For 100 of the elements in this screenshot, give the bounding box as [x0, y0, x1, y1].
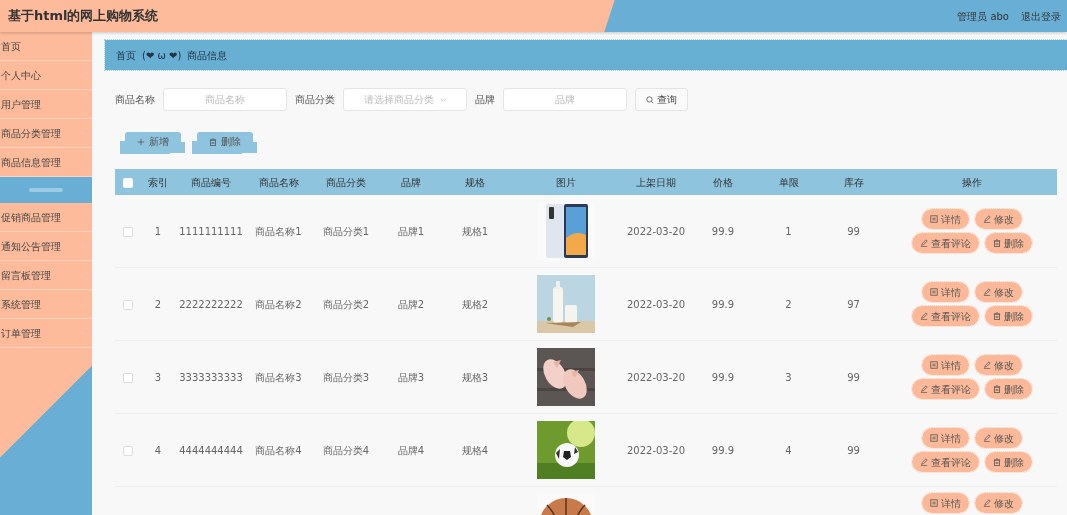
trash-icon — [993, 239, 1001, 247]
pencil-icon — [920, 312, 928, 320]
column-header: 单限 — [777, 175, 800, 190]
table-cell: 1 — [785, 225, 792, 237]
column-header: 库存 — [842, 175, 865, 190]
table-cell: 2022-03-20 — [626, 444, 686, 456]
column-header: 商品名称 — [257, 175, 300, 190]
pencil-icon — [920, 458, 928, 466]
field-label: 品牌 — [475, 93, 495, 107]
search-button[interactable]: 查询 — [635, 88, 688, 111]
document-icon — [930, 499, 938, 507]
column-header: 规格 — [464, 175, 486, 190]
column-header: 索引 — [147, 175, 169, 190]
document-icon — [930, 288, 938, 296]
field-label: 商品名称 — [115, 93, 155, 107]
table-cell: 99 — [847, 371, 860, 383]
table-cell: 4 — [154, 444, 162, 456]
column-header: 品牌 — [400, 175, 422, 190]
view-comments-button[interactable]: 查看评论 — [912, 452, 979, 472]
table-cell: 商品名称4 — [255, 444, 302, 456]
document-icon — [930, 215, 938, 223]
breadcrumb-item[interactable]: (❤ ω ❤) — [142, 47, 182, 63]
edit-button[interactable]: 修改 — [975, 282, 1022, 302]
edit-button[interactable]: 修改 — [975, 493, 1022, 513]
table-cell: 规格4 — [461, 444, 489, 456]
detail-button[interactable]: 详情 — [922, 355, 969, 375]
table-cell: 2022-03-20 — [626, 298, 686, 310]
table-cell: 97 — [847, 298, 860, 310]
table-cell: 规格1 — [461, 225, 489, 237]
table-cell: 1111111111 — [179, 225, 243, 237]
edit-button[interactable]: 修改 — [975, 209, 1022, 229]
row-checkbox[interactable] — [123, 299, 133, 310]
view-comments-button[interactable]: 查看评论 — [912, 233, 979, 253]
table-cell: 2 — [154, 298, 162, 310]
pencil-icon — [983, 361, 991, 369]
detail-button[interactable]: 详情 — [922, 428, 969, 448]
table-cell: 商品分类1 — [322, 225, 370, 237]
trash-icon — [993, 385, 1001, 393]
table-cell: 99 — [847, 225, 860, 237]
table-cell: 商品分类3 — [322, 371, 370, 383]
column-header: 价格 — [712, 175, 734, 190]
pencil-icon — [920, 239, 928, 247]
detail-button[interactable]: 详情 — [922, 209, 969, 229]
detail-button[interactable]: 详情 — [922, 493, 969, 513]
view-comments-button[interactable]: 查看评论 — [912, 379, 979, 399]
table-cell: 99.9 — [711, 225, 735, 237]
delete-button[interactable]: 删除 — [985, 233, 1032, 253]
plus-icon — [137, 137, 145, 146]
breadcrumb-current: 商品信息 — [187, 48, 228, 63]
table-cell: 3333333333 — [179, 371, 243, 383]
delete-button[interactable]: 删除 — [985, 452, 1032, 472]
document-icon — [930, 434, 938, 442]
table-cell: 品牌3 — [397, 371, 425, 383]
table-cell: 商品名称1 — [255, 225, 302, 237]
table-cell: 99.9 — [711, 298, 735, 310]
edit-button[interactable]: 修改 — [975, 428, 1022, 448]
field-label: 商品分类 — [295, 93, 335, 107]
breadcrumb-item[interactable]: 首页 — [116, 47, 136, 63]
table-cell: 规格2 — [461, 298, 489, 310]
logout-link[interactable]: 退出登录 — [1021, 8, 1061, 24]
submenu-item[interactable] — [0, 177, 92, 203]
table-cell: 2222222222 — [179, 298, 243, 310]
search-icon — [646, 95, 654, 104]
column-header: 上架日期 — [635, 175, 677, 190]
table-cell: 2 — [785, 298, 792, 310]
table-cell: 4444444444 — [179, 444, 243, 456]
table-cell: 商品名称2 — [255, 298, 302, 310]
document-icon — [930, 361, 938, 369]
table-cell: 品牌2 — [397, 298, 425, 310]
table-cell: 商品分类2 — [322, 298, 370, 310]
table-cell: 品牌1 — [397, 225, 425, 237]
row-checkbox[interactable] — [123, 445, 133, 456]
row-checkbox[interactable] — [123, 372, 133, 383]
table-cell: 99.9 — [711, 444, 735, 456]
column-header: 商品分类 — [325, 175, 367, 190]
table-cell: 4 — [785, 444, 792, 456]
trash-icon — [209, 137, 217, 146]
column-header: 图片 — [555, 175, 577, 190]
pencil-icon — [983, 288, 991, 296]
table-cell: 2022-03-20 — [626, 371, 686, 383]
delete-button[interactable]: 删除 — [985, 306, 1032, 326]
delete-button[interactable]: 删除 — [985, 379, 1032, 399]
table-cell: 品牌4 — [397, 444, 425, 456]
select-all-checkbox[interactable] — [123, 177, 133, 188]
detail-button[interactable]: 详情 — [922, 282, 969, 302]
admin-username: 管理员 abo — [957, 9, 1009, 24]
table-cell: 商品名称3 — [255, 371, 302, 383]
table-cell: 2022-03-20 — [626, 225, 686, 237]
edit-button[interactable]: 修改 — [975, 355, 1022, 375]
column-header: 商品编号 — [190, 175, 232, 190]
table-cell: 商品分类4 — [322, 444, 370, 456]
table-cell: 1 — [154, 225, 162, 237]
row-checkbox[interactable] — [123, 226, 133, 237]
table-cell: 3 — [785, 371, 792, 383]
column-header: 操作 — [961, 175, 983, 190]
app-title: 基于html的网上购物系统 — [8, 7, 159, 26]
trash-icon — [993, 458, 1001, 466]
view-comments-button[interactable]: 查看评论 — [912, 306, 979, 326]
trash-icon — [993, 312, 1001, 320]
table-cell: 规格3 — [461, 371, 489, 383]
